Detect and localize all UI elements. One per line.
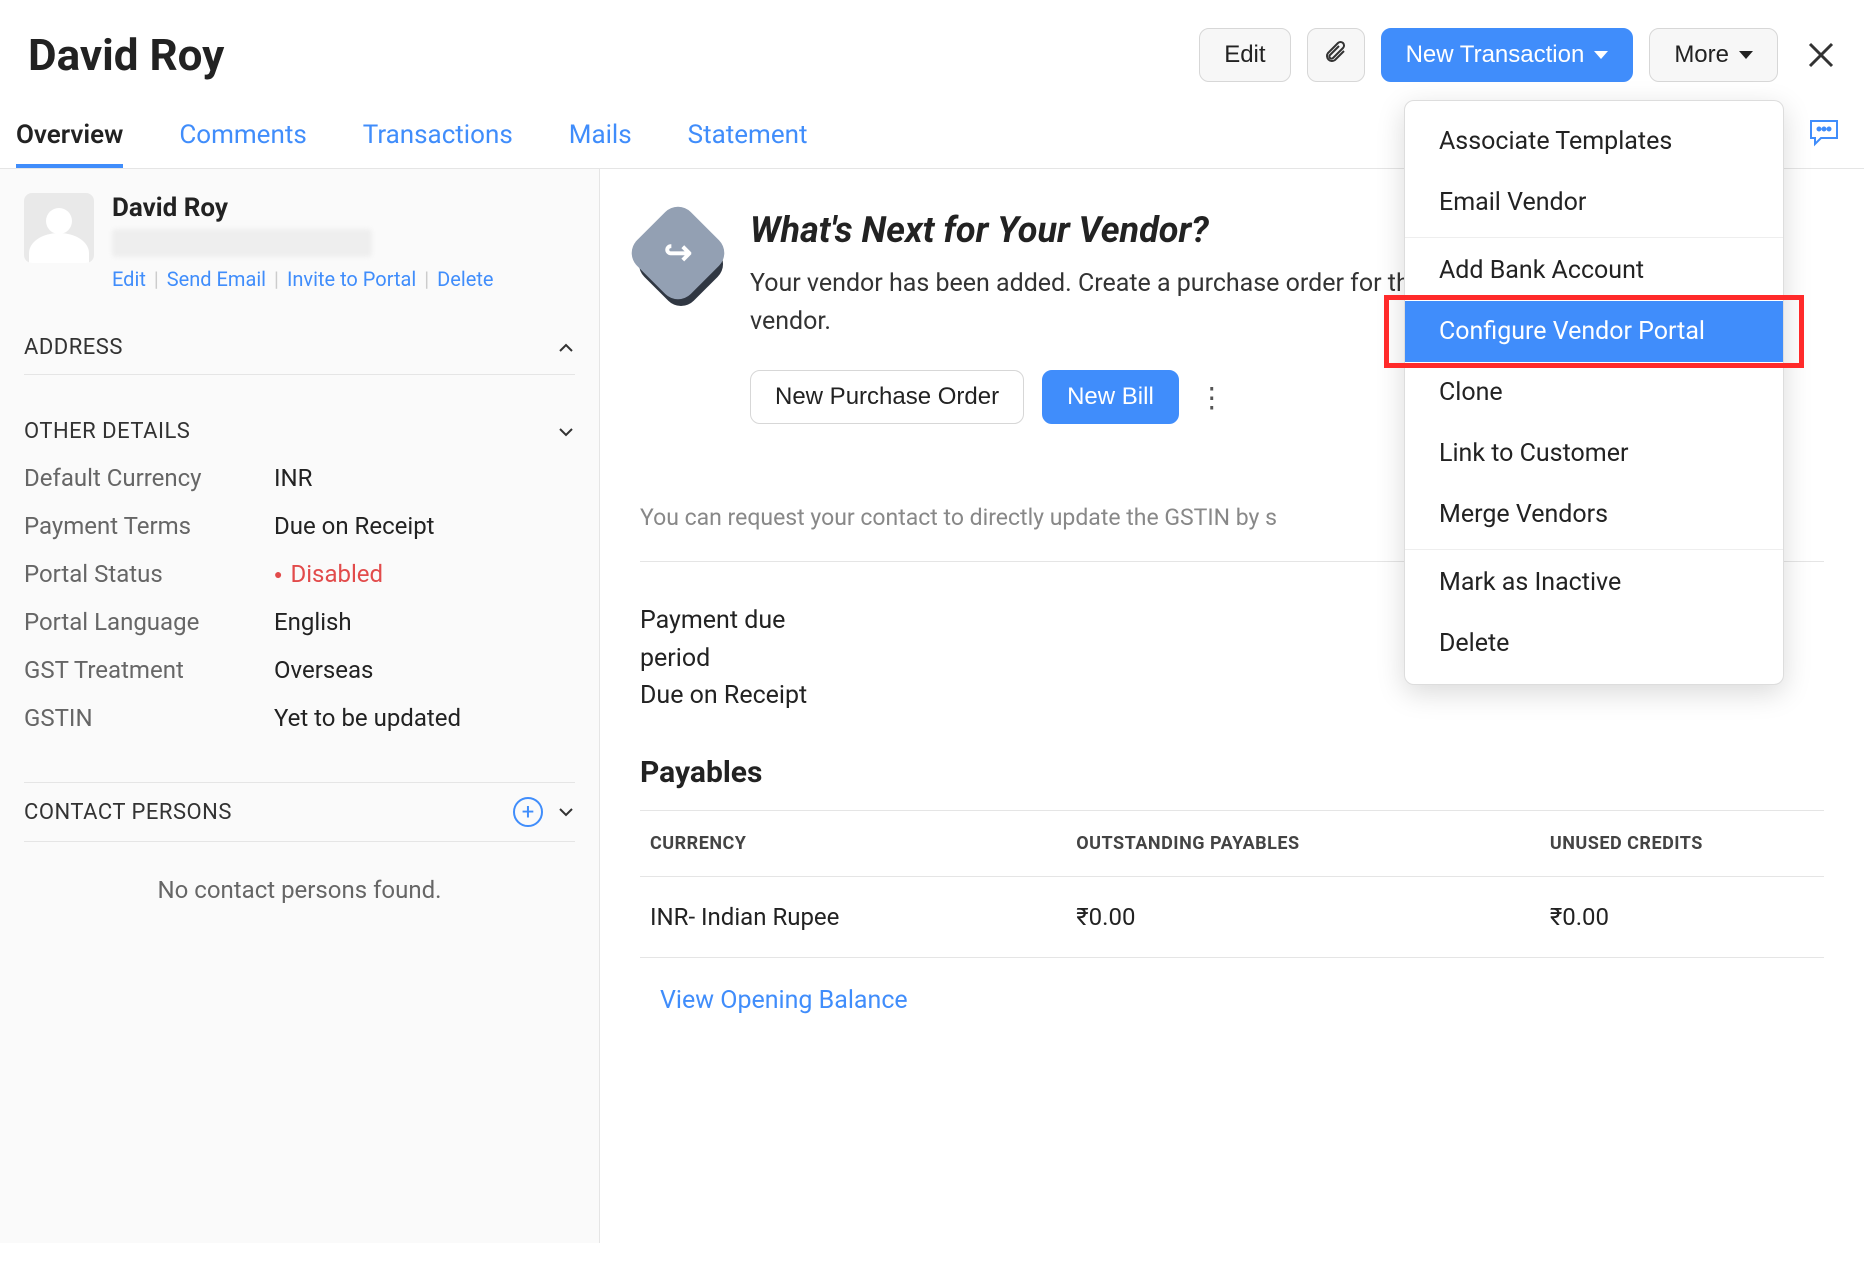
portal-status-value: Disabled bbox=[274, 560, 575, 588]
section-other-details-title: OTHER DETAILS bbox=[24, 419, 190, 444]
portal-status-label: Portal Status bbox=[24, 560, 274, 588]
profile-edit-link[interactable]: Edit bbox=[112, 267, 146, 291]
gst-treatment-label: GST Treatment bbox=[24, 656, 274, 684]
more-actions-icon[interactable]: ⋮ bbox=[1197, 381, 1227, 414]
paperclip-icon bbox=[1324, 39, 1348, 72]
chat-icon[interactable] bbox=[1804, 112, 1844, 152]
view-opening-balance-link[interactable]: View Opening Balance bbox=[660, 986, 908, 1015]
menu-associate-templates[interactable]: Associate Templates bbox=[1405, 111, 1783, 172]
payables-col-outstanding: OUTSTANDING PAYABLES bbox=[1066, 810, 1540, 876]
gst-treatment-value: Overseas bbox=[274, 656, 575, 684]
new-transaction-button[interactable]: New Transaction bbox=[1381, 28, 1634, 82]
profile-delete-link[interactable]: Delete bbox=[437, 267, 493, 291]
section-address-title: ADDRESS bbox=[24, 335, 123, 360]
default-currency-label: Default Currency bbox=[24, 464, 274, 492]
sidebar: David Roy Edit | Send Email | Invite to … bbox=[0, 169, 600, 1243]
edit-button[interactable]: Edit bbox=[1199, 28, 1290, 82]
new-purchase-order-button[interactable]: New Purchase Order bbox=[750, 370, 1024, 424]
profile-invite-link[interactable]: Invite to Portal bbox=[287, 267, 416, 291]
payables-table: CURRENCY OUTSTANDING PAYABLES UNUSED CRE… bbox=[640, 810, 1824, 958]
tab-transactions[interactable]: Transactions bbox=[363, 102, 513, 168]
more-button[interactable]: More bbox=[1649, 28, 1778, 82]
payables-unused-value: ₹0.00 bbox=[1540, 876, 1824, 957]
profile-email bbox=[112, 229, 372, 257]
more-label: More bbox=[1674, 41, 1729, 69]
payables-title: Payables bbox=[640, 755, 1824, 790]
close-button[interactable] bbox=[1806, 40, 1836, 70]
chevron-down-icon bbox=[1739, 51, 1753, 59]
tab-comments[interactable]: Comments bbox=[179, 102, 306, 168]
gstin-label: GSTIN bbox=[24, 704, 274, 732]
gstin-value: Yet to be updated bbox=[274, 704, 575, 732]
payment-terms-value: Due on Receipt bbox=[274, 512, 575, 540]
menu-merge-vendors[interactable]: Merge Vendors bbox=[1405, 484, 1783, 545]
payables-col-currency: CURRENCY bbox=[640, 810, 1066, 876]
menu-email-vendor[interactable]: Email Vendor bbox=[1405, 172, 1783, 233]
whats-next-icon: ↪ bbox=[640, 215, 720, 295]
table-row: INR- Indian Rupee ₹0.00 ₹0.00 bbox=[640, 876, 1824, 957]
add-contact-button[interactable]: + bbox=[513, 797, 543, 827]
tab-overview[interactable]: Overview bbox=[16, 102, 123, 168]
chevron-down-icon bbox=[557, 803, 575, 821]
payment-terms-label: Payment Terms bbox=[24, 512, 274, 540]
section-contact-persons-title: CONTACT PERSONS bbox=[24, 800, 232, 825]
payables-col-unused: UNUSED CREDITS bbox=[1540, 810, 1824, 876]
more-menu: Associate Templates Email Vendor Add Ban… bbox=[1404, 100, 1784, 685]
attachment-button[interactable] bbox=[1307, 28, 1365, 82]
menu-add-bank-account[interactable]: Add Bank Account bbox=[1405, 237, 1783, 301]
new-transaction-label: New Transaction bbox=[1406, 41, 1585, 69]
profile-name: David Roy bbox=[112, 193, 494, 223]
menu-configure-vendor-portal[interactable]: Configure Vendor Portal bbox=[1405, 301, 1783, 362]
payables-outstanding-value: ₹0.00 bbox=[1066, 876, 1540, 957]
payables-currency-value: INR- Indian Rupee bbox=[640, 876, 1066, 957]
section-address-header[interactable]: ADDRESS bbox=[24, 321, 575, 374]
menu-delete[interactable]: Delete bbox=[1405, 613, 1783, 674]
tab-mails[interactable]: Mails bbox=[569, 102, 632, 168]
chevron-down-icon bbox=[1594, 51, 1608, 59]
menu-clone[interactable]: Clone bbox=[1405, 362, 1783, 423]
tab-statement[interactable]: Statement bbox=[688, 102, 808, 168]
portal-language-label: Portal Language bbox=[24, 608, 274, 636]
chevron-down-icon bbox=[557, 423, 575, 441]
no-contact-text: No contact persons found. bbox=[24, 842, 575, 914]
menu-mark-inactive[interactable]: Mark as Inactive bbox=[1405, 549, 1783, 613]
default-currency-value: INR bbox=[274, 464, 575, 492]
portal-language-value: English bbox=[274, 608, 575, 636]
header-actions: Edit New Transaction More bbox=[1199, 28, 1836, 82]
menu-link-to-customer[interactable]: Link to Customer bbox=[1405, 423, 1783, 484]
chevron-up-icon bbox=[557, 339, 575, 357]
new-bill-button[interactable]: New Bill bbox=[1042, 370, 1179, 424]
avatar bbox=[24, 193, 94, 263]
section-other-details-header[interactable]: OTHER DETAILS bbox=[24, 405, 575, 458]
section-contact-persons-header[interactable]: CONTACT PERSONS + bbox=[24, 783, 575, 841]
profile-send-email-link[interactable]: Send Email bbox=[167, 267, 266, 291]
page-title: David Roy bbox=[28, 29, 224, 81]
